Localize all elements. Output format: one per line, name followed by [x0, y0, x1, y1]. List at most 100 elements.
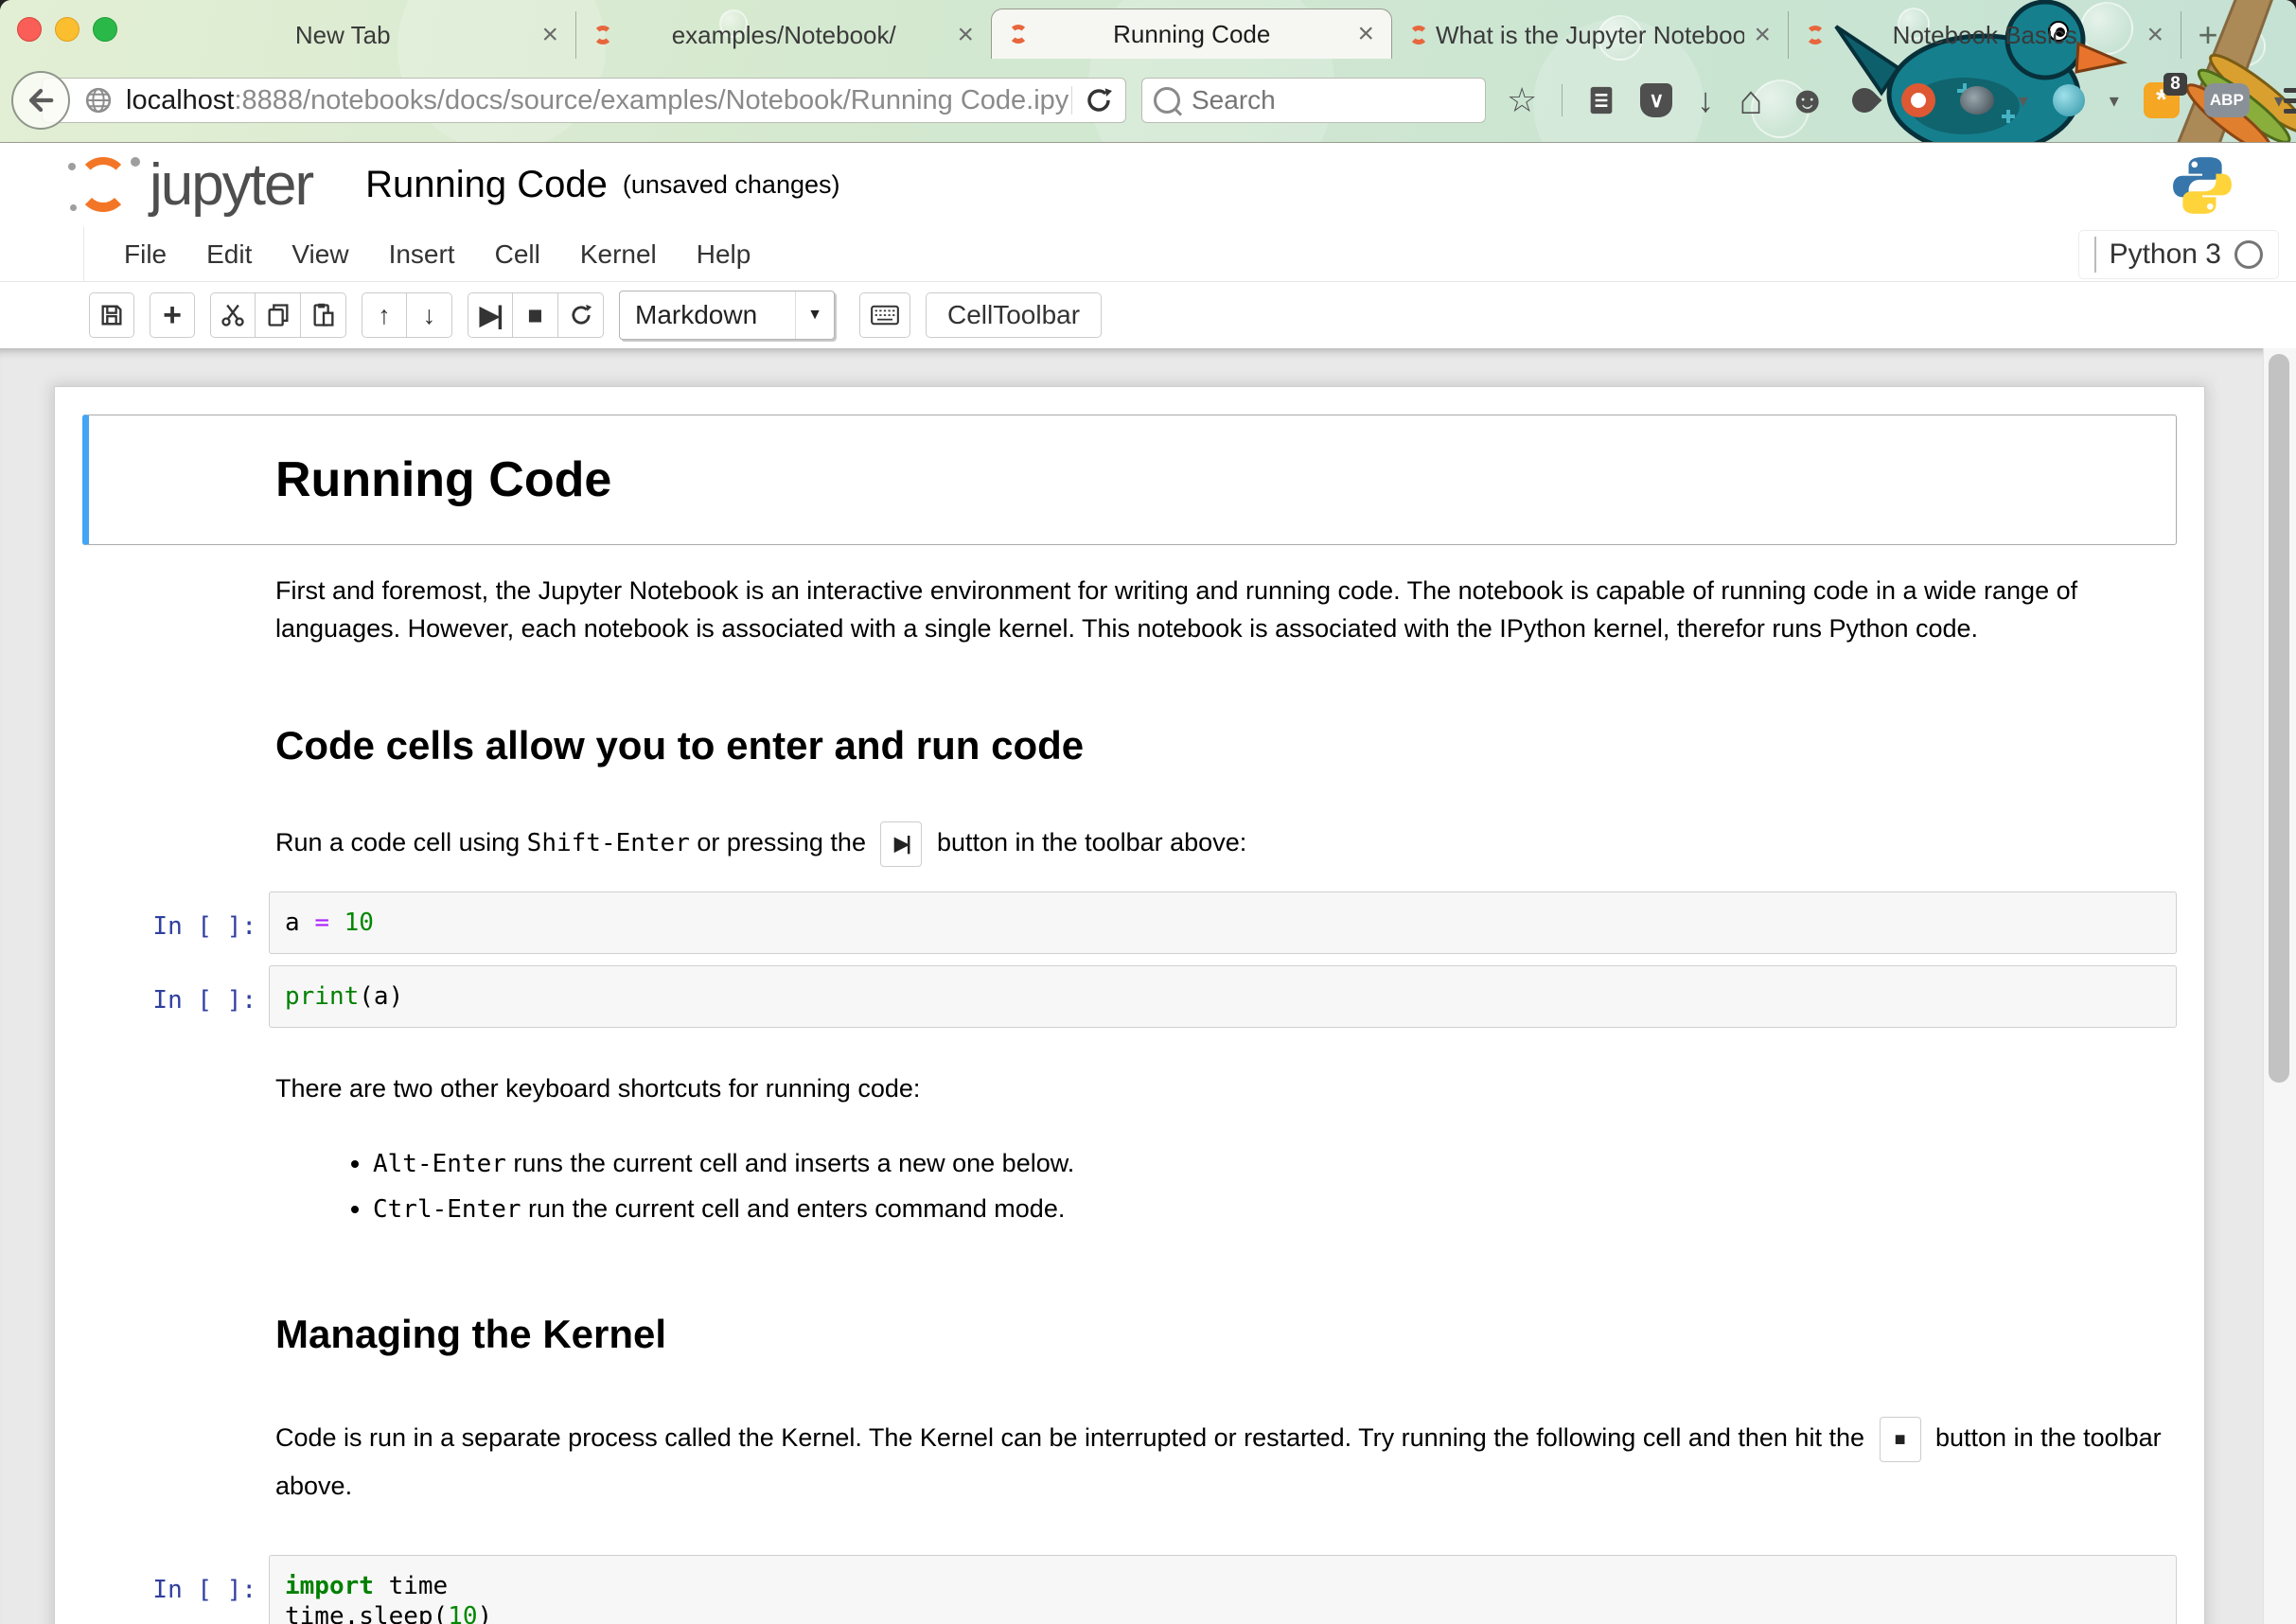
chevron-down-icon[interactable]: ▾	[2110, 89, 2119, 113]
markdown-cell-shortcuts[interactable]: There are two other keyboard shortcuts f…	[82, 1069, 2177, 1232]
code-input[interactable]: a = 10	[269, 891, 2177, 954]
interrupt-kernel-button[interactable]: ■	[513, 292, 558, 338]
run-cell-button[interactable]: ▶|	[468, 292, 513, 338]
search-bar[interactable]	[1141, 78, 1486, 123]
addon-badge-count: 8	[2164, 73, 2187, 96]
search-input[interactable]	[1190, 84, 1421, 116]
tab-title: New Tab	[153, 21, 532, 50]
markdown-cell-intro[interactable]: First and foremost, the Jupyter Notebook…	[82, 572, 2177, 647]
shortcuts-paragraph: There are two other keyboard shortcuts f…	[275, 1069, 2164, 1107]
menu-file[interactable]: File	[124, 239, 167, 270]
notebook-h2-codecells: Code cells allow you to enter and run co…	[275, 723, 2164, 768]
browser-window: New Tab × examples/Notebook/ × Running C…	[0, 0, 2296, 1624]
tab-notebook-basics[interactable]: Notebook Basics ×	[1789, 11, 2181, 59]
reading-list-icon[interactable]	[1587, 84, 1616, 116]
chevron-down-icon[interactable]: ▾	[2274, 89, 2284, 113]
code-input[interactable]: print(a)	[269, 965, 2177, 1028]
back-button[interactable]	[11, 71, 70, 130]
cell-type-select[interactable]: Markdown ▼	[619, 291, 835, 340]
jupyter-favicon-icon	[1009, 25, 1028, 44]
quill-extension-icon[interactable]	[1846, 83, 1881, 118]
menu-help[interactable]: Help	[697, 239, 751, 270]
run-text: Run a code cell using	[275, 828, 527, 856]
code-cell-a-assign[interactable]: In [ ]: a = 10	[82, 891, 2177, 954]
prompt-column	[89, 415, 269, 544]
adblock-plus-icon[interactable]: ABP	[2204, 83, 2250, 117]
markdown-cell-kernel-text[interactable]: Code is run in a separate process called…	[82, 1414, 2177, 1509]
addon-with-badge-icon[interactable]: *8	[2144, 82, 2180, 118]
markdown-cell-h2-codecells[interactable]: Code cells allow you to enter and run co…	[82, 723, 2177, 768]
tab-what-is-jupyter[interactable]: What is the Jupyter Notebook ×	[1392, 11, 1789, 59]
scissors-icon	[220, 302, 246, 328]
url-host: localhost	[126, 85, 234, 115]
command-palette-button[interactable]	[859, 292, 910, 338]
page-scrollbar[interactable]	[2263, 348, 2296, 1624]
save-button[interactable]	[89, 292, 134, 338]
back-arrow-icon	[26, 86, 55, 115]
paste-icon	[310, 302, 337, 328]
url-text: localhost:8888/notebooks/docs/source/exa…	[126, 85, 1069, 116]
jupyter-logo-icon[interactable]	[64, 155, 146, 216]
code-token: time.sleep(	[285, 1602, 448, 1624]
notebook-h2-kernel: Managing the Kernel	[275, 1312, 2164, 1357]
menu-cell[interactable]: Cell	[495, 239, 540, 270]
move-cell-down-button[interactable]: ↓	[407, 292, 452, 338]
tab-new-tab[interactable]: New Tab ×	[136, 11, 576, 59]
tab-close-icon[interactable]: ×	[2146, 19, 2164, 51]
tab-close-icon[interactable]: ×	[957, 19, 974, 51]
feedback-smiley-icon[interactable]: ☻	[1788, 81, 1828, 119]
code-cell-sleep[interactable]: In [ ]: import timetime.sleep(10)	[82, 1555, 2177, 1624]
menu-insert[interactable]: Insert	[389, 239, 455, 270]
menu-hamburger-icon[interactable]	[2284, 88, 2296, 114]
chevron-down-icon[interactable]: ▾	[2019, 89, 2028, 113]
list-item-text: run the current cell and enters command …	[521, 1194, 1066, 1223]
new-tab-button[interactable]: +	[2181, 11, 2234, 59]
keyboard-icon	[871, 305, 899, 326]
pocket-icon[interactable]: ∨	[1640, 83, 1672, 117]
menu-kernel[interactable]: Kernel	[580, 239, 657, 270]
markdown-cell-title[interactable]: Running Code	[82, 415, 2177, 545]
markdown-cell-h2-kernel[interactable]: Managing the Kernel	[82, 1312, 2177, 1357]
tab-close-icon[interactable]: ×	[541, 19, 558, 51]
code-cell-print[interactable]: In [ ]: print(a)	[82, 965, 2177, 1028]
tab-examples-notebook[interactable]: examples/Notebook/ ×	[576, 11, 991, 59]
browser-chrome: New Tab × examples/Notebook/ × Running C…	[0, 0, 2296, 143]
url-path: :8888/notebooks/docs/source/examples/Not…	[234, 85, 1069, 115]
cut-cell-button[interactable]	[210, 292, 256, 338]
code-token: (a)	[359, 982, 403, 1011]
reload-icon[interactable]	[1084, 85, 1114, 115]
paste-cell-button[interactable]	[301, 292, 346, 338]
teal-extension-icon[interactable]	[2053, 84, 2085, 116]
markdown-cell-run-instruction[interactable]: Run a code cell using Shift-Enter or pre…	[82, 821, 2177, 867]
minimize-window-button[interactable]	[55, 17, 79, 42]
celltoolbar-button[interactable]: CellToolbar	[926, 292, 1102, 338]
tab-close-icon[interactable]: ×	[1754, 19, 1771, 51]
url-bar[interactable]: localhost:8888/notebooks/docs/source/exa…	[42, 78, 1126, 123]
notebook-title[interactable]: Running Code	[365, 164, 608, 206]
zoom-window-button[interactable]	[93, 17, 117, 42]
move-cell-up-button[interactable]: ↑	[362, 292, 407, 338]
bookmark-star-icon[interactable]: ☆	[1507, 83, 1537, 117]
restart-kernel-button[interactable]	[558, 292, 604, 338]
home-icon[interactable]: ⌂	[1739, 80, 1762, 120]
fly-extension-icon[interactable]	[1960, 86, 1994, 115]
tab-running-code[interactable]: Running Code ×	[991, 9, 1392, 59]
duckduckgo-icon[interactable]	[1901, 83, 1935, 117]
jupyter-header: jupyter Running Code (unsaved changes)	[0, 143, 2296, 227]
close-window-button[interactable]	[17, 17, 42, 42]
tab-title: Notebook Basics	[1832, 21, 2137, 50]
kernel-idle-icon	[2234, 240, 2263, 269]
downloads-icon[interactable]: ↓	[1697, 83, 1714, 117]
copy-cell-button[interactable]	[256, 292, 301, 338]
menu-view[interactable]: View	[291, 239, 348, 270]
save-status: (unsaved changes)	[623, 170, 840, 200]
markdown-body: Running Code	[269, 415, 2176, 544]
code-input[interactable]: import timetime.sleep(10)	[269, 1555, 2177, 1624]
kernel-name: Python 3	[2110, 238, 2221, 271]
ctrl-enter-kbd: Ctrl-Enter	[373, 1195, 521, 1224]
insert-cell-button[interactable]: +	[150, 292, 195, 338]
tab-close-icon[interactable]: ×	[1357, 18, 1374, 50]
browser-action-icons: ☆ ∨ ↓ ⌂ ☻ ▾ ▾ *8 ABP ▾	[1507, 80, 2284, 120]
scrollbar-thumb[interactable]	[2269, 354, 2289, 1083]
menu-edit[interactable]: Edit	[206, 239, 252, 270]
